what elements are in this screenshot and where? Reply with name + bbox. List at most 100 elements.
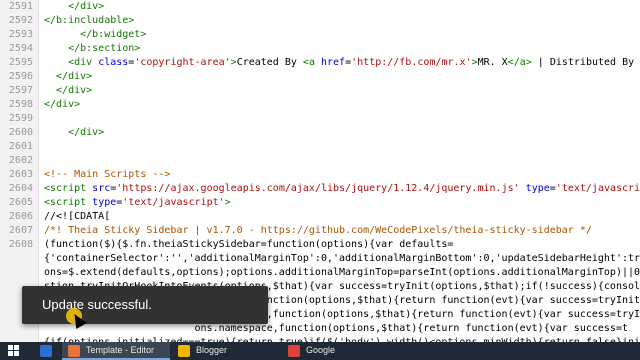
line-number: 2600 (8, 127, 33, 138)
code-line[interactable]: 2607 /*! Theia Sticky Sidebar | v1.7.0 - … (0, 224, 640, 238)
code-text: <div class='copyright-area'>Created By <… (44, 56, 640, 70)
code-text: //<![CDATA[ (44, 210, 110, 224)
taskbar-item-label: Google (306, 345, 336, 355)
code-token: | Distributed By (531, 57, 640, 68)
line-number: 2599 (8, 113, 33, 124)
line-number: 2605 (8, 197, 33, 208)
code-token: </div> (44, 85, 93, 96)
taskbar-item-label: Template - Editor (86, 345, 155, 355)
code-token: src (92, 183, 111, 194)
code-text: (function($){$.fn.theiaStickySidebar=fun… (44, 238, 453, 252)
taskbar-item[interactable]: Google (282, 342, 390, 360)
code-text: </b:widget> (44, 28, 146, 42)
code-line[interactable]: 2604 <script src='https://ajax.googleapis… (0, 182, 640, 196)
code-line[interactable]: ons=$.extend(defaults,options);options.a… (0, 266, 640, 280)
line-number: 2601 (8, 141, 33, 152)
app-icon (40, 345, 52, 357)
code-line[interactable]: 2606 //<![CDATA[ (0, 210, 640, 224)
windows-start-icon[interactable] (8, 345, 20, 357)
code-token: > (224, 197, 231, 208)
code-token: type (525, 183, 550, 194)
line-number: 2595 (8, 57, 33, 68)
code-text: ons.namespace,function(options,$that){re… (44, 322, 629, 336)
code-token: //<![CDATA[ (44, 211, 111, 222)
code-text: <script type='text/javascript'> (44, 196, 231, 210)
line-number: 2604 (8, 183, 33, 194)
code-token: </a> (507, 57, 532, 68)
code-token: </div> (44, 99, 81, 110)
app-icon (288, 345, 300, 357)
code-text: </div> (44, 0, 104, 14)
code-token: </b:includable> (44, 15, 135, 26)
update-toast: Update successful. (22, 286, 268, 324)
code-token: Created By (236, 57, 303, 68)
code-text: /*! Theia Sticky Sidebar | v1.7.0 - http… (44, 224, 592, 238)
code-token: 'https://ajax.googleapis.com/ajax/libs/j… (116, 183, 520, 194)
taskbar-item-label: Blogger (196, 345, 228, 355)
code-token: <script (44, 197, 93, 208)
taskbar-item[interactable] (34, 342, 60, 360)
line-number: 2607 (8, 225, 33, 236)
line-number: 2602 (8, 155, 33, 166)
taskbar-item[interactable]: Blogger (172, 342, 280, 360)
line-number: 2598 (8, 99, 33, 110)
code-line[interactable]: 2605 <script type='text/javascript'> (0, 196, 640, 210)
line-number: 2594 (8, 43, 33, 54)
line-number: 2603 (8, 169, 33, 180)
code-token: <script (44, 183, 93, 194)
code-token: href (320, 57, 346, 68)
code-token: 'copyright-area' (134, 57, 231, 68)
code-token: MR. X (477, 57, 508, 68)
code-text: ons=$.extend(defaults,options);options.a… (44, 266, 640, 280)
code-line[interactable]: 2599 (0, 112, 640, 126)
code-token: {'containerSelector':'','additionalMargi… (44, 253, 640, 264)
code-token: <!-- Main Scripts --> (44, 169, 171, 180)
code-token: class (98, 57, 129, 68)
code-token: </div> (44, 71, 93, 82)
line-number: 2596 (8, 71, 33, 82)
code-token: <a (302, 57, 321, 68)
taskbar: Template - Editor Blogger Google (0, 342, 640, 360)
code-line[interactable]: 2602 (0, 154, 640, 168)
code-line[interactable]: 2603 <!-- Main Scripts --> (0, 168, 640, 182)
toast-message: Update successful. (42, 297, 152, 312)
taskbar-item[interactable]: Template - Editor (62, 342, 170, 360)
code-line[interactable]: 2608 (function($){$.fn.theiaStickySidebar… (0, 238, 640, 252)
code-token: ons.namespace,function(options,$that){re… (44, 323, 629, 334)
line-number: 2606 (8, 211, 33, 222)
code-line[interactable]: {'containerSelector':'','additionalMargi… (0, 252, 640, 266)
code-line[interactable]: 2600 </div> (0, 126, 640, 140)
app-icon (178, 345, 190, 357)
line-number: 2592 (8, 15, 33, 26)
line-number: 2591 (8, 1, 33, 12)
code-token: </b:section> (44, 43, 141, 54)
code-token: </b:widget> (44, 29, 147, 40)
code-line[interactable]: 2595 <div class='copyright-area'>Created… (0, 56, 640, 70)
code-line[interactable]: ons.namespace,function(options,$that){re… (0, 322, 640, 336)
code-text: </div> (44, 126, 104, 140)
code-token: (function($){$.fn.theiaStickySidebar=fun… (44, 239, 454, 250)
code-line[interactable]: 2593 </b:widget> (0, 28, 640, 42)
code-text: <script src='https://ajax.googleapis.com… (44, 182, 640, 196)
line-number: 2593 (8, 29, 33, 40)
code-token: <div (44, 57, 99, 68)
line-number: 2597 (8, 85, 33, 96)
app-icon (68, 345, 80, 357)
code-text: </b:section> (44, 42, 140, 56)
code-token: </div> (44, 1, 105, 12)
code-token: /*! Theia Sticky Sidebar | v1.7.0 - http… (44, 225, 592, 236)
code-token: type (92, 197, 117, 208)
code-text: </div> (44, 98, 80, 112)
code-line[interactable]: 2596 </div> (0, 70, 640, 84)
line-number: 2608 (8, 239, 33, 250)
code-line[interactable]: 2594 </b:section> (0, 42, 640, 56)
code-text: </div> (44, 84, 92, 98)
code-line[interactable]: 2592 </b:includable> (0, 14, 640, 28)
code-token: 'text/javascript' (555, 183, 640, 194)
code-token: ons=$.extend(defaults,options);options.a… (44, 267, 640, 278)
code-line[interactable]: 2591 </div> (0, 0, 640, 14)
code-text: <!-- Main Scripts --> (44, 168, 170, 182)
code-line[interactable]: 2601 (0, 140, 640, 154)
code-line[interactable]: 2598 </div> (0, 98, 640, 112)
code-line[interactable]: 2597 </div> (0, 84, 640, 98)
